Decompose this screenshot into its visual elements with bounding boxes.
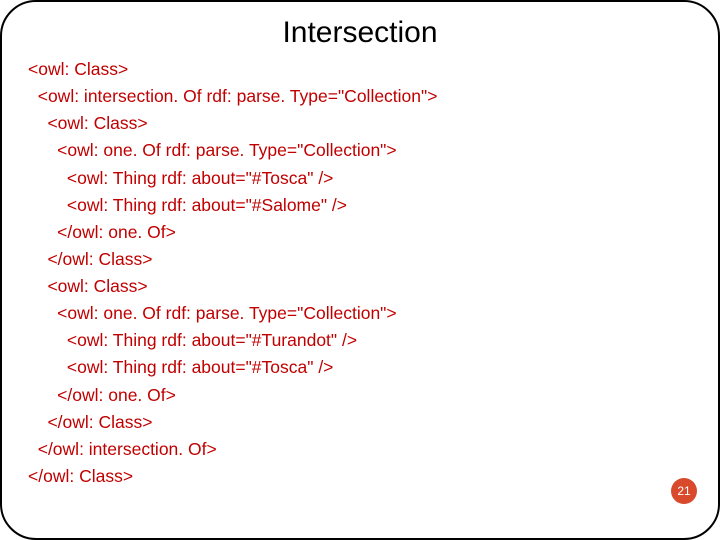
slide-title: Intersection — [28, 16, 692, 50]
page-number-badge: 21 — [671, 478, 697, 504]
slide-frame: Intersection <owl: Class> <owl: intersec… — [0, 0, 720, 540]
page-number: 21 — [677, 484, 690, 498]
code-block: <owl: Class> <owl: intersection. Of rdf:… — [28, 56, 692, 490]
